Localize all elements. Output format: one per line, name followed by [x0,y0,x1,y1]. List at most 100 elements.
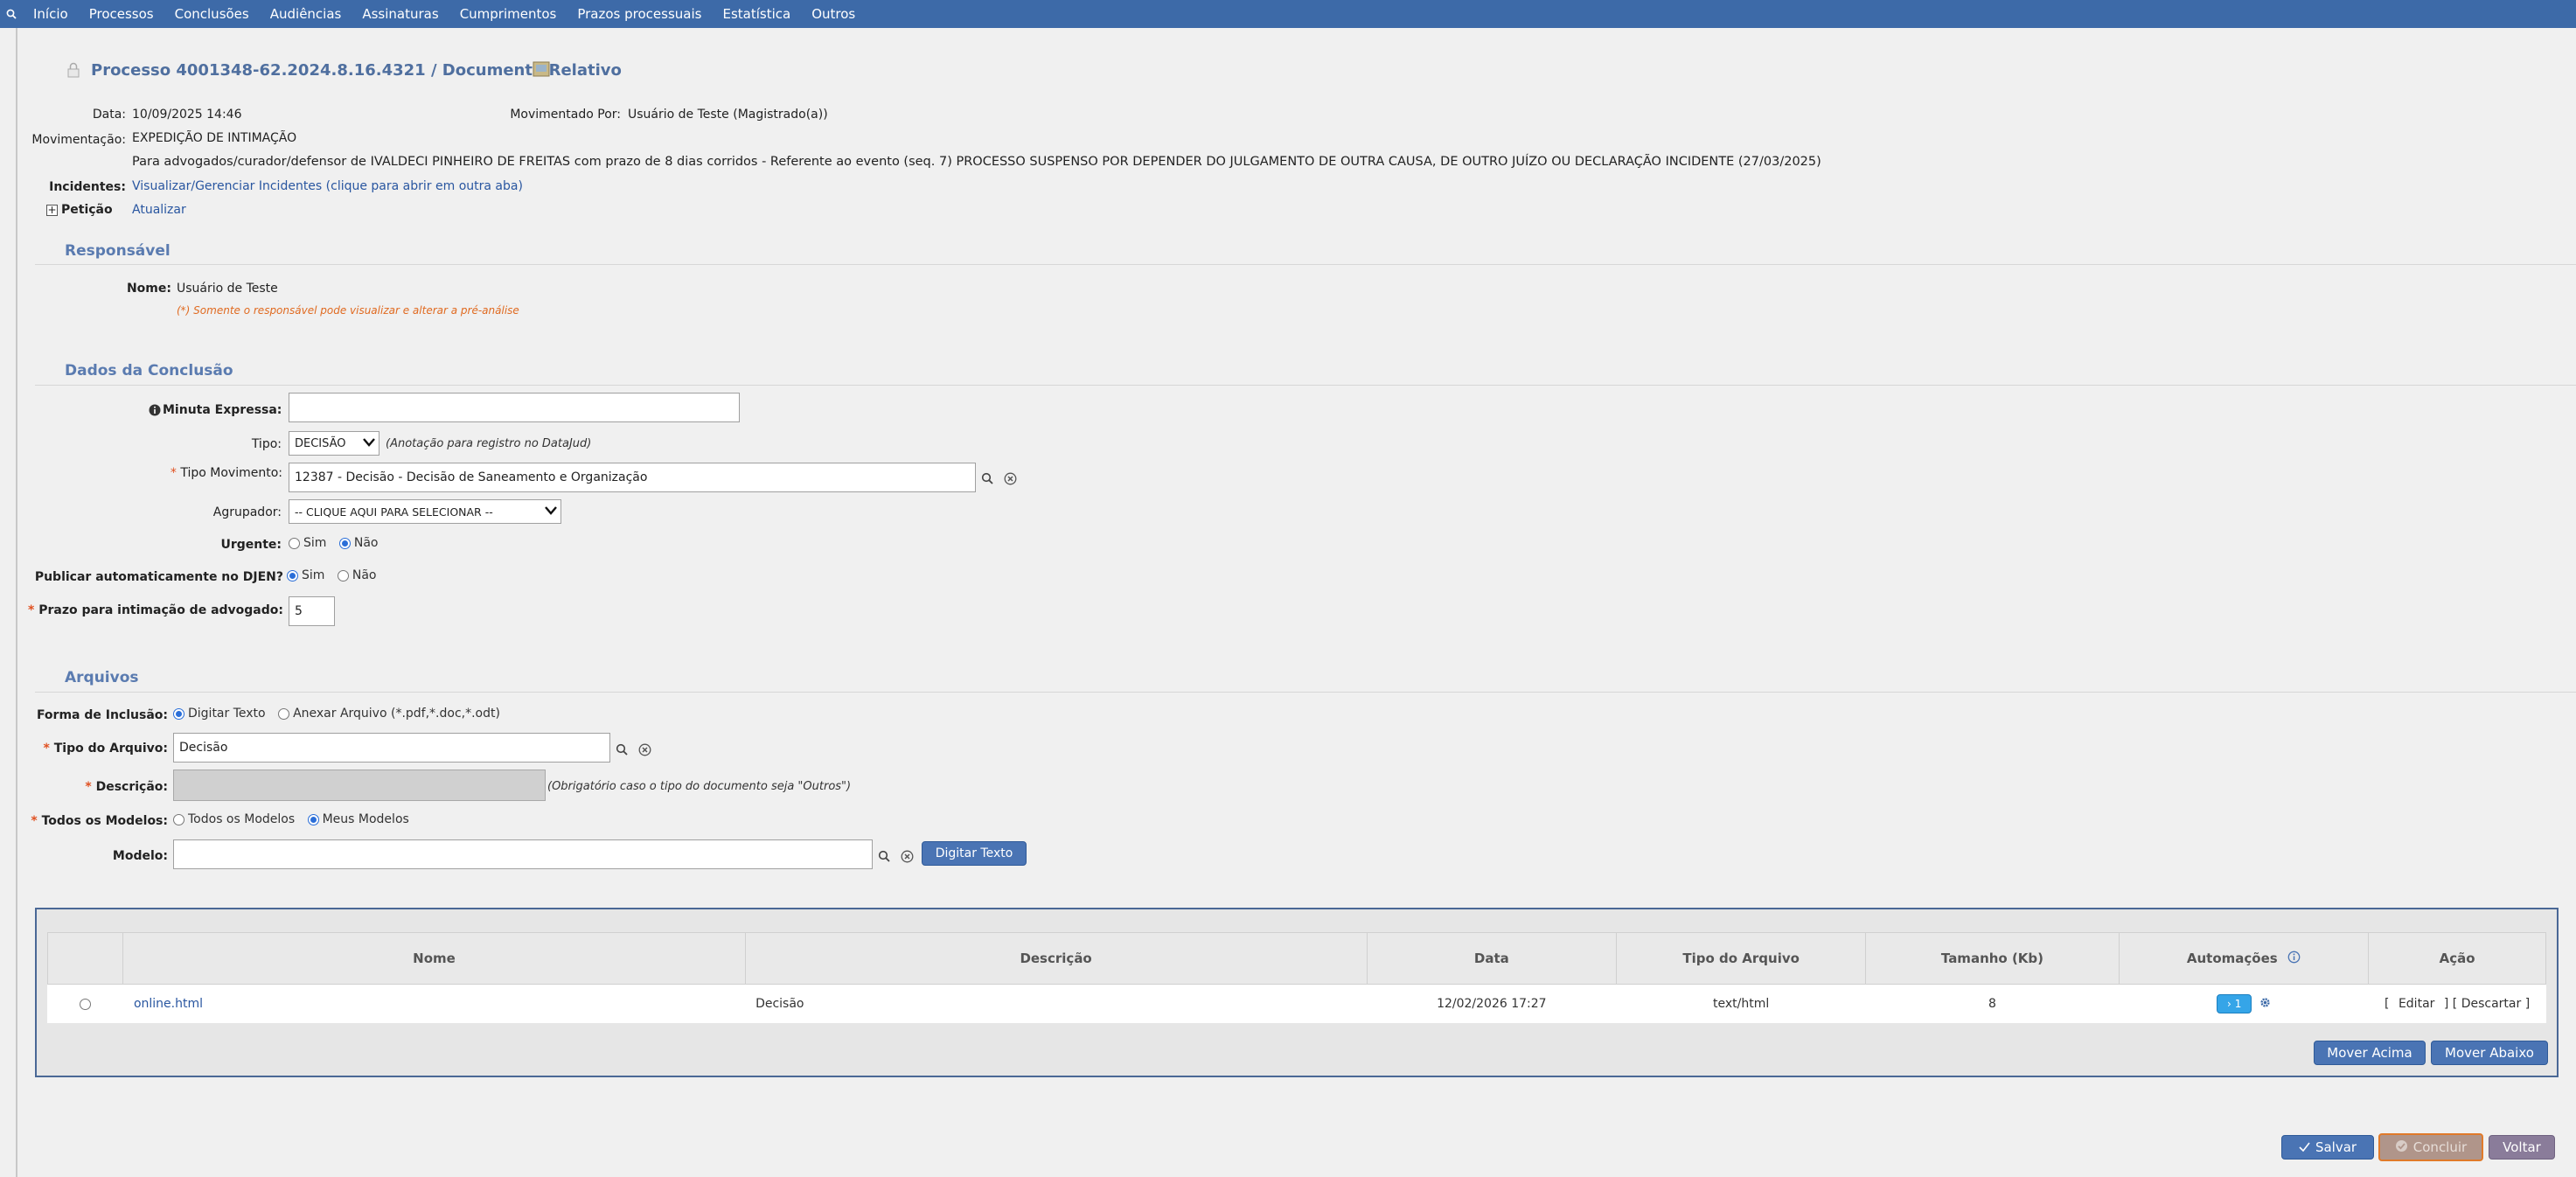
mover-abaixo-button[interactable]: Mover Abaixo [2431,1041,2548,1065]
nav-outros[interactable]: Outros [801,0,866,28]
column-header-select [46,932,124,985]
row-select-radio[interactable] [80,998,92,1010]
clear-icon[interactable] [637,742,652,757]
salvar-button[interactable]: Salvar [2281,1135,2374,1160]
gear-icon[interactable] [2259,997,2271,1012]
search-icon[interactable] [614,742,630,757]
concluir-button[interactable]: Concluir [2378,1133,2483,1161]
agrupador-select[interactable]: -- CLIQUE AQUI PARA SELECIONAR -- [289,499,561,524]
urgente-sim-label: Sim [303,536,327,550]
publicar-sim-label: Sim [302,568,325,582]
modelo-label: Modelo: [112,849,168,863]
column-header-automacoes[interactable]: Automações [2118,932,2370,985]
voltar-button[interactable]: Voltar [2489,1135,2555,1160]
minuta-expressa-input[interactable] [289,393,740,422]
tipo-arquivo-input[interactable] [173,733,610,763]
document-icon[interactable] [532,59,551,82]
descricao-note: (Obrigatório caso o tipo do documento se… [547,780,852,793]
expand-icon[interactable]: + [46,205,58,216]
movimentado-value: Usuário de Teste (Magistrado(a)) [628,108,828,122]
publicar-djen-label: Publicar automaticamente no DJEN? [34,570,283,584]
table-row: online.html Decisão 12/02/2026 17:27 tex… [47,984,2546,1023]
automacoes-header-label: Automações [2186,950,2278,966]
section-divider [35,264,2576,265]
movimentacao-value: EXPEDIÇÃO DE INTIMAÇÃO [132,131,297,145]
files-table: Nome Descrição Data Tipo do Arquivo Tama… [46,932,2546,1023]
column-header-descricao[interactable]: Descrição [744,932,1368,985]
digitar-texto-radio[interactable] [173,707,184,720]
file-name-link[interactable]: online.html [134,997,203,1011]
nav-audiencias[interactable]: Audiências [260,0,352,28]
meus-modelos-option-label: Meus Modelos [322,812,409,826]
nome-value: Usuário de Teste [177,282,278,296]
row-tipo-cell: text/html [1616,984,1866,1023]
play-icon: › [2226,998,2231,1010]
check-circle-icon [2395,1139,2408,1156]
nav-conclusoes[interactable]: Conclusões [164,0,260,28]
nav-assinaturas[interactable]: Assinaturas [352,0,449,28]
editar-link[interactable]: Editar [2398,997,2434,1011]
tipo-movimento-label: * Tipo Movimento: [170,466,282,480]
descartar-link[interactable]: [ Descartar ] [2453,997,2530,1011]
salvar-label: Salvar [2315,1139,2357,1155]
section-divider [35,692,2576,693]
check-icon [2299,1139,2310,1155]
meus-modelos-radio[interactable] [307,813,319,825]
search-icon[interactable] [876,848,892,864]
agrupador-select-value: -- CLIQUE AQUI PARA SELECIONAR -- [295,505,493,519]
todos-modelos-label: * Todos os Modelos: [31,814,168,828]
nav-cumprimentos[interactable]: Cumprimentos [449,0,567,28]
info-icon[interactable] [149,404,161,420]
incidentes-link[interactable]: Visualizar/Gerenciar Incidentes (clique … [132,179,523,193]
row-tamanho-cell: 8 [1865,984,2120,1023]
table-header-row: Nome Descrição Data Tipo do Arquivo Tama… [46,932,2546,985]
publicar-nao-radio[interactable] [337,569,349,582]
mover-acima-button[interactable]: Mover Acima [2314,1041,2426,1065]
bracket-text: [ [2385,997,2393,1011]
prazo-input[interactable] [289,596,335,626]
top-nav: Início Processos Conclusões Audiências A… [0,0,2576,28]
column-header-tipo-arquivo[interactable]: Tipo do Arquivo [1616,932,1867,985]
modelo-input[interactable] [173,839,873,869]
row-descricao-cell: Decisão [745,984,1368,1023]
chevron-down-icon [545,505,557,519]
publicar-sim-radio[interactable] [287,569,298,582]
lock-icon [65,61,82,82]
movimentado-label: Movimentado Por: [510,108,621,122]
digitar-texto-label: Digitar Texto [188,707,266,721]
peticao-label: Petição [61,203,113,217]
urgente-nao-radio[interactable] [338,537,351,549]
column-header-acao: Ação [2368,932,2546,985]
movimentacao-description: Para advogados/curador/defensor de IVALD… [132,155,1821,169]
todos-modelos-radio[interactable] [173,813,184,825]
info-icon[interactable] [2287,951,2301,967]
automation-count-badge[interactable]: › 1 [2217,994,2252,1013]
agrupador-label: Agrupador: [212,505,282,519]
forma-inclusao-label: Forma de Inclusão: [36,708,168,722]
search-icon[interactable] [979,470,995,486]
column-header-data[interactable]: Data [1366,932,1618,985]
nav-inicio[interactable]: Início [23,0,79,28]
files-table-container: Nome Descrição Data Tipo do Arquivo Tama… [35,908,2559,1077]
column-header-nome[interactable]: Nome [122,932,746,985]
digitar-texto-button[interactable]: Digitar Texto [922,841,1027,866]
nav-prazos-processuais[interactable]: Prazos processuais [567,0,712,28]
chevron-down-icon [363,436,375,450]
nav-processos[interactable]: Processos [79,0,164,28]
row-select-cell [47,984,123,1023]
movimentacao-label: Movimentação: [31,133,126,147]
minuta-label: Minuta Expressa: [163,403,282,417]
tipo-movimento-input[interactable] [289,463,976,492]
clear-icon[interactable] [1002,470,1018,486]
section-divider [35,385,2576,386]
section-title-dados-conclusao: Dados da Conclusão [65,362,233,380]
section-title-responsavel: Responsável [65,242,171,260]
tipo-select[interactable]: DECISÃO [289,431,379,456]
column-header-tamanho[interactable]: Tamanho (Kb) [1865,932,2120,985]
atualizar-link[interactable]: Atualizar [132,203,186,217]
clear-icon[interactable] [899,848,915,864]
search-icon[interactable] [0,0,23,28]
urgente-sim-radio[interactable] [289,537,300,549]
nav-estatistica[interactable]: Estatística [712,0,801,28]
anexar-arquivo-radio[interactable] [278,707,290,720]
